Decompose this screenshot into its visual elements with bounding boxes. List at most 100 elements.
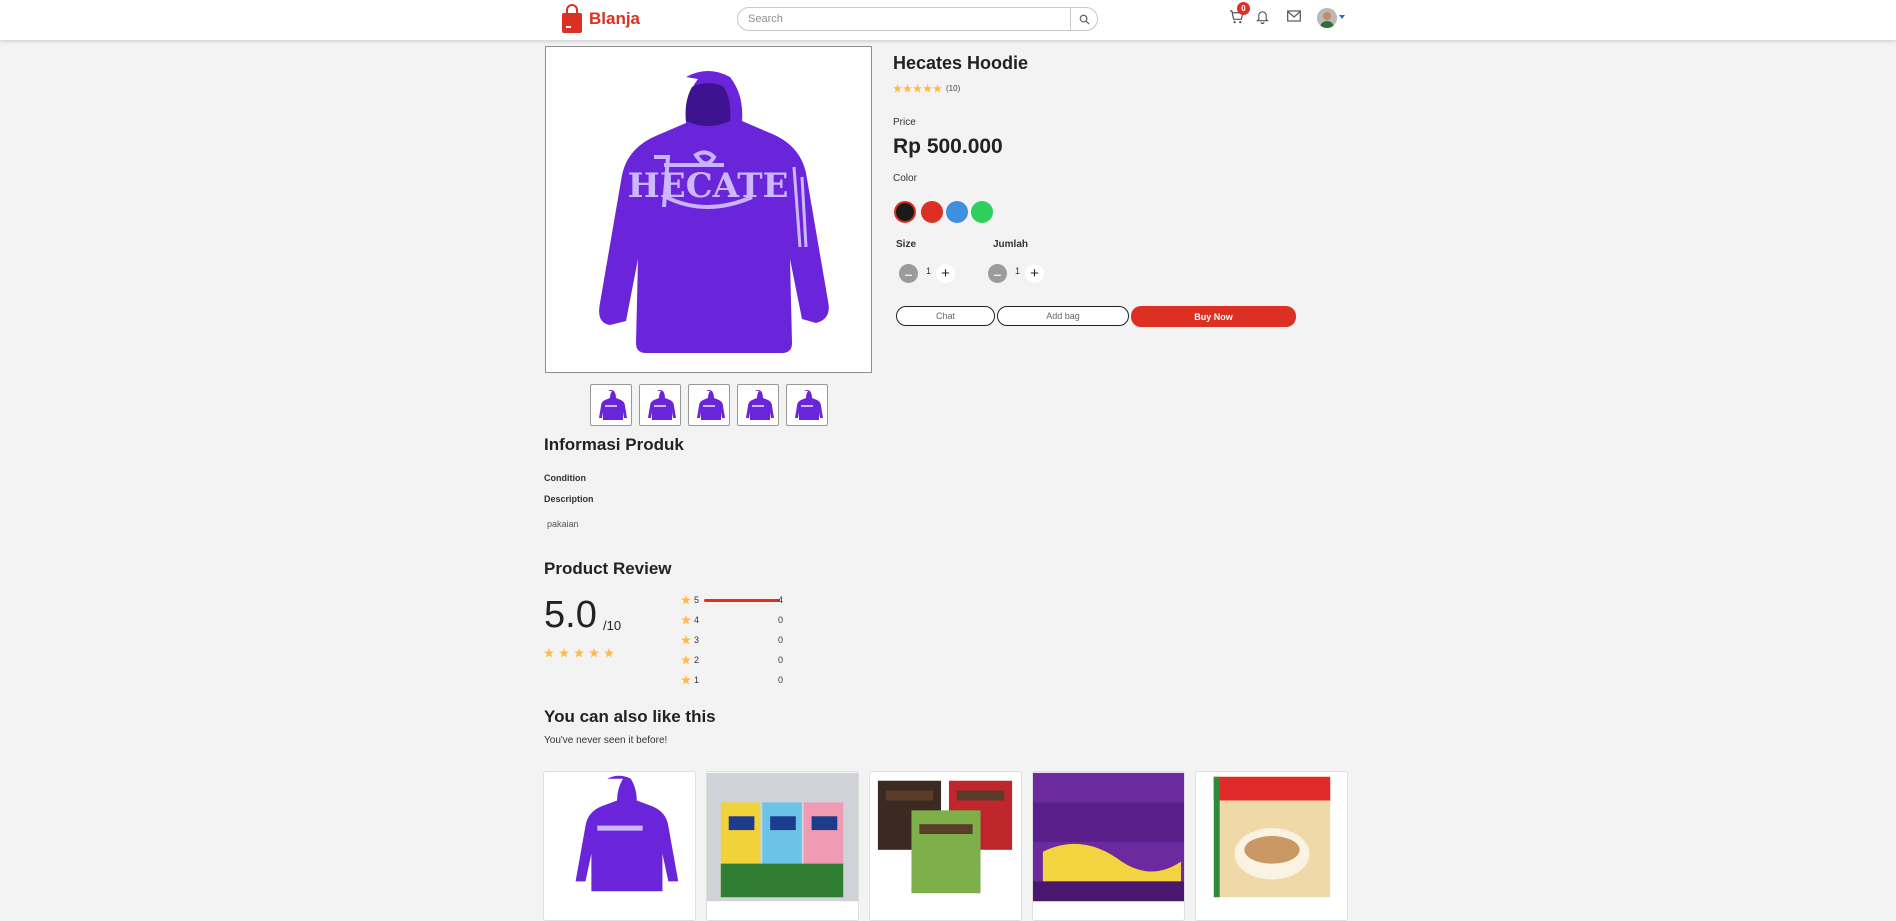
thumbnail-1[interactable] [590,384,632,426]
review-stars [544,648,614,658]
hoodie-thumbnail [648,390,676,420]
rating-count: (10) [946,84,961,93]
star-rating-icon [893,84,942,93]
avatar[interactable] [1317,8,1337,28]
product-card[interactable] [869,771,1022,921]
product-title: Hecates Hoodie [893,53,1029,73]
review-score: 5.0 [544,594,597,636]
rating-bar-track [704,659,780,662]
rating-bar-stars: 2 [694,655,700,665]
thumbnail-2[interactable] [639,384,681,426]
user-avatar-icon [1317,8,1337,28]
bell-icon [1256,11,1269,24]
condition-label: Condition [544,473,586,483]
rating-bar-row: 4 [681,614,780,626]
rating-bar-count: 0 [778,655,784,665]
color-swatch-black[interactable] [894,201,916,223]
mail-icon [1287,10,1301,22]
star-icon [589,648,599,658]
thumbnail-strip [590,384,828,426]
search-icon [1079,14,1090,25]
star-icon [681,655,691,665]
size-value: 1 [926,266,932,276]
star-icon [681,595,691,605]
cart-badge: 0 [1237,2,1250,15]
mail-button[interactable] [1287,9,1301,27]
product-card[interactable] [1195,771,1348,921]
color-swatch-blue[interactable] [946,201,968,223]
notification-button[interactable] [1256,9,1269,29]
logo[interactable]: Blanja [561,4,640,34]
hoodie-thumbnail [746,390,774,420]
rating-bar-stars: 4 [694,615,700,625]
hoodie-thumbnail [795,390,823,420]
thumbnail-4[interactable] [737,384,779,426]
star-icon [544,648,554,658]
price-value: Rp 500.000 [893,135,1003,158]
quantity-increase-button[interactable]: + [1025,264,1044,283]
size-label: Size [896,239,917,250]
description-text: pakaian [547,519,579,529]
search-input[interactable] [738,8,1088,30]
color-swatch-green[interactable] [971,201,993,223]
hoodie-image: HECATE [599,71,829,353]
rating-bar-track [704,598,780,602]
goodday-product-image [1196,772,1347,902]
size-decrease-button[interactable]: – [899,264,918,283]
logo-text: Blanja [589,9,641,28]
description-label: Description [544,494,594,504]
shopping-bag-icon [562,4,582,33]
rating-bar-row: 1 [681,674,780,686]
rating-bar-stars: 5 [694,595,700,605]
quantity-value: 1 [1015,266,1021,276]
kukubima-product-image [1033,772,1184,902]
thumbnail-3[interactable] [688,384,730,426]
chat-button[interactable]: Chat [896,306,995,326]
navbar: Blanja 0 [0,0,1896,40]
quantity-label: Jumlah [993,239,1029,250]
search-bar [737,7,1098,31]
svg-text:HECATE: HECATE [628,166,789,206]
rating-bar-row: 3 [681,634,780,646]
product-card[interactable] [543,771,696,921]
price-label: Price [893,117,916,128]
rating-bar-count: 0 [778,635,784,645]
rating-bar-fill [704,598,780,602]
rating-bar-track [704,619,780,622]
star-icon [681,635,691,645]
recommend-subheading: You've never seen it before! [544,735,668,746]
star-icon [559,648,569,658]
hoodie-thumbnail [697,390,725,420]
quantity-decrease-button[interactable]: – [988,264,1007,283]
hoodie-product-image [544,772,695,902]
hoodie-thumbnail [599,390,627,420]
product-card[interactable] [1032,771,1185,921]
search-button[interactable] [1070,8,1097,30]
review-score-suffix: /10 [603,618,622,633]
rating-bar-stars: 1 [694,675,700,685]
star-icon [681,615,691,625]
rating-bar-track [704,679,780,682]
chocolatos-product-image [870,772,1021,902]
product-main-image: HECATE [545,46,872,373]
chevron-down-icon[interactable] [1339,15,1345,19]
recommend-heading: You can also like this [544,707,716,726]
add-bag-button[interactable]: Add bag [997,306,1129,326]
star-icon [574,648,584,658]
rating-bar-stars: 3 [694,635,700,645]
milk-product-image [707,772,858,902]
star-icon [604,648,614,658]
color-swatch-red[interactable] [921,201,943,223]
rating-bar-count: 0 [778,615,784,625]
thumbnail-5[interactable] [786,384,828,426]
color-label: Color [893,173,917,184]
info-heading: Informasi Produk [544,435,684,454]
rating-bar-track [704,639,780,642]
rating-bar-count: 0 [778,675,784,685]
size-increase-button[interactable]: + [936,264,955,283]
review-heading: Product Review [544,559,672,578]
star-icon [681,675,691,685]
buy-now-button[interactable]: Buy Now [1131,306,1296,327]
product-rating: (10) [893,84,960,93]
product-card[interactable] [706,771,859,921]
